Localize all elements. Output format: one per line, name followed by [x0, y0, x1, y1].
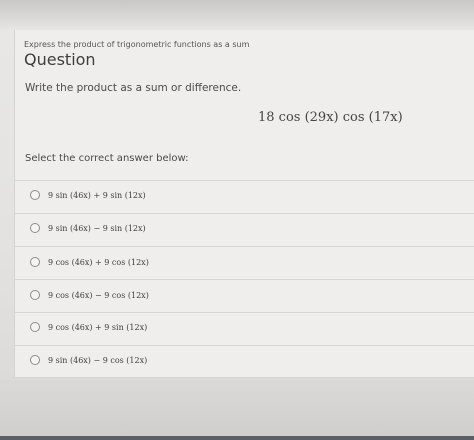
- select-answer-label: Select the correct answer below:: [25, 153, 189, 164]
- answer-option-label: 9 cos (46x) + 9 cos (12x): [48, 257, 149, 267]
- radio-button-icon[interactable]: [30, 322, 40, 332]
- answer-option-label: 9 sin (46x) − 9 cos (12x): [48, 355, 148, 365]
- answer-option-label: 9 sin (46x) − 9 sin (12x): [48, 223, 146, 233]
- answer-option-3[interactable]: 9 cos (46x) + 9 cos (12x): [14, 247, 474, 277]
- answer-option-label: 9 cos (46x) − 9 cos (12x): [48, 290, 149, 300]
- answer-option-label: 9 sin (46x) + 9 sin (12x): [48, 190, 146, 200]
- answer-option-1[interactable]: 9 sin (46x) + 9 sin (12x): [14, 180, 474, 210]
- instruction-text: Write the product as a sum or difference…: [25, 82, 242, 94]
- answer-option-label: 9 cos (46x) + 9 sin (12x): [48, 322, 148, 332]
- top-shadow: [0, 0, 474, 30]
- radio-button-icon[interactable]: [30, 190, 40, 200]
- radio-button-icon[interactable]: [30, 290, 40, 300]
- math-expression: 18 cos (29x) cos (17x): [258, 110, 403, 125]
- answer-option-4[interactable]: 9 cos (46x) − 9 cos (12x): [14, 280, 474, 310]
- bottom-area: [0, 380, 474, 440]
- bottom-edge: [0, 436, 474, 440]
- radio-button-icon[interactable]: [30, 223, 40, 233]
- radio-button-icon[interactable]: [30, 257, 40, 267]
- page-title: Question: [24, 50, 96, 69]
- answer-option-2[interactable]: 9 sin (46x) − 9 sin (12x): [14, 213, 474, 243]
- answer-option-5[interactable]: 9 cos (46x) + 9 sin (12x): [14, 312, 474, 342]
- radio-button-icon[interactable]: [30, 355, 40, 365]
- breadcrumb: Express the product of trigonometric fun…: [24, 40, 250, 49]
- answer-option-6[interactable]: 9 sin (46x) − 9 cos (12x): [14, 345, 474, 375]
- option-divider: [14, 377, 474, 378]
